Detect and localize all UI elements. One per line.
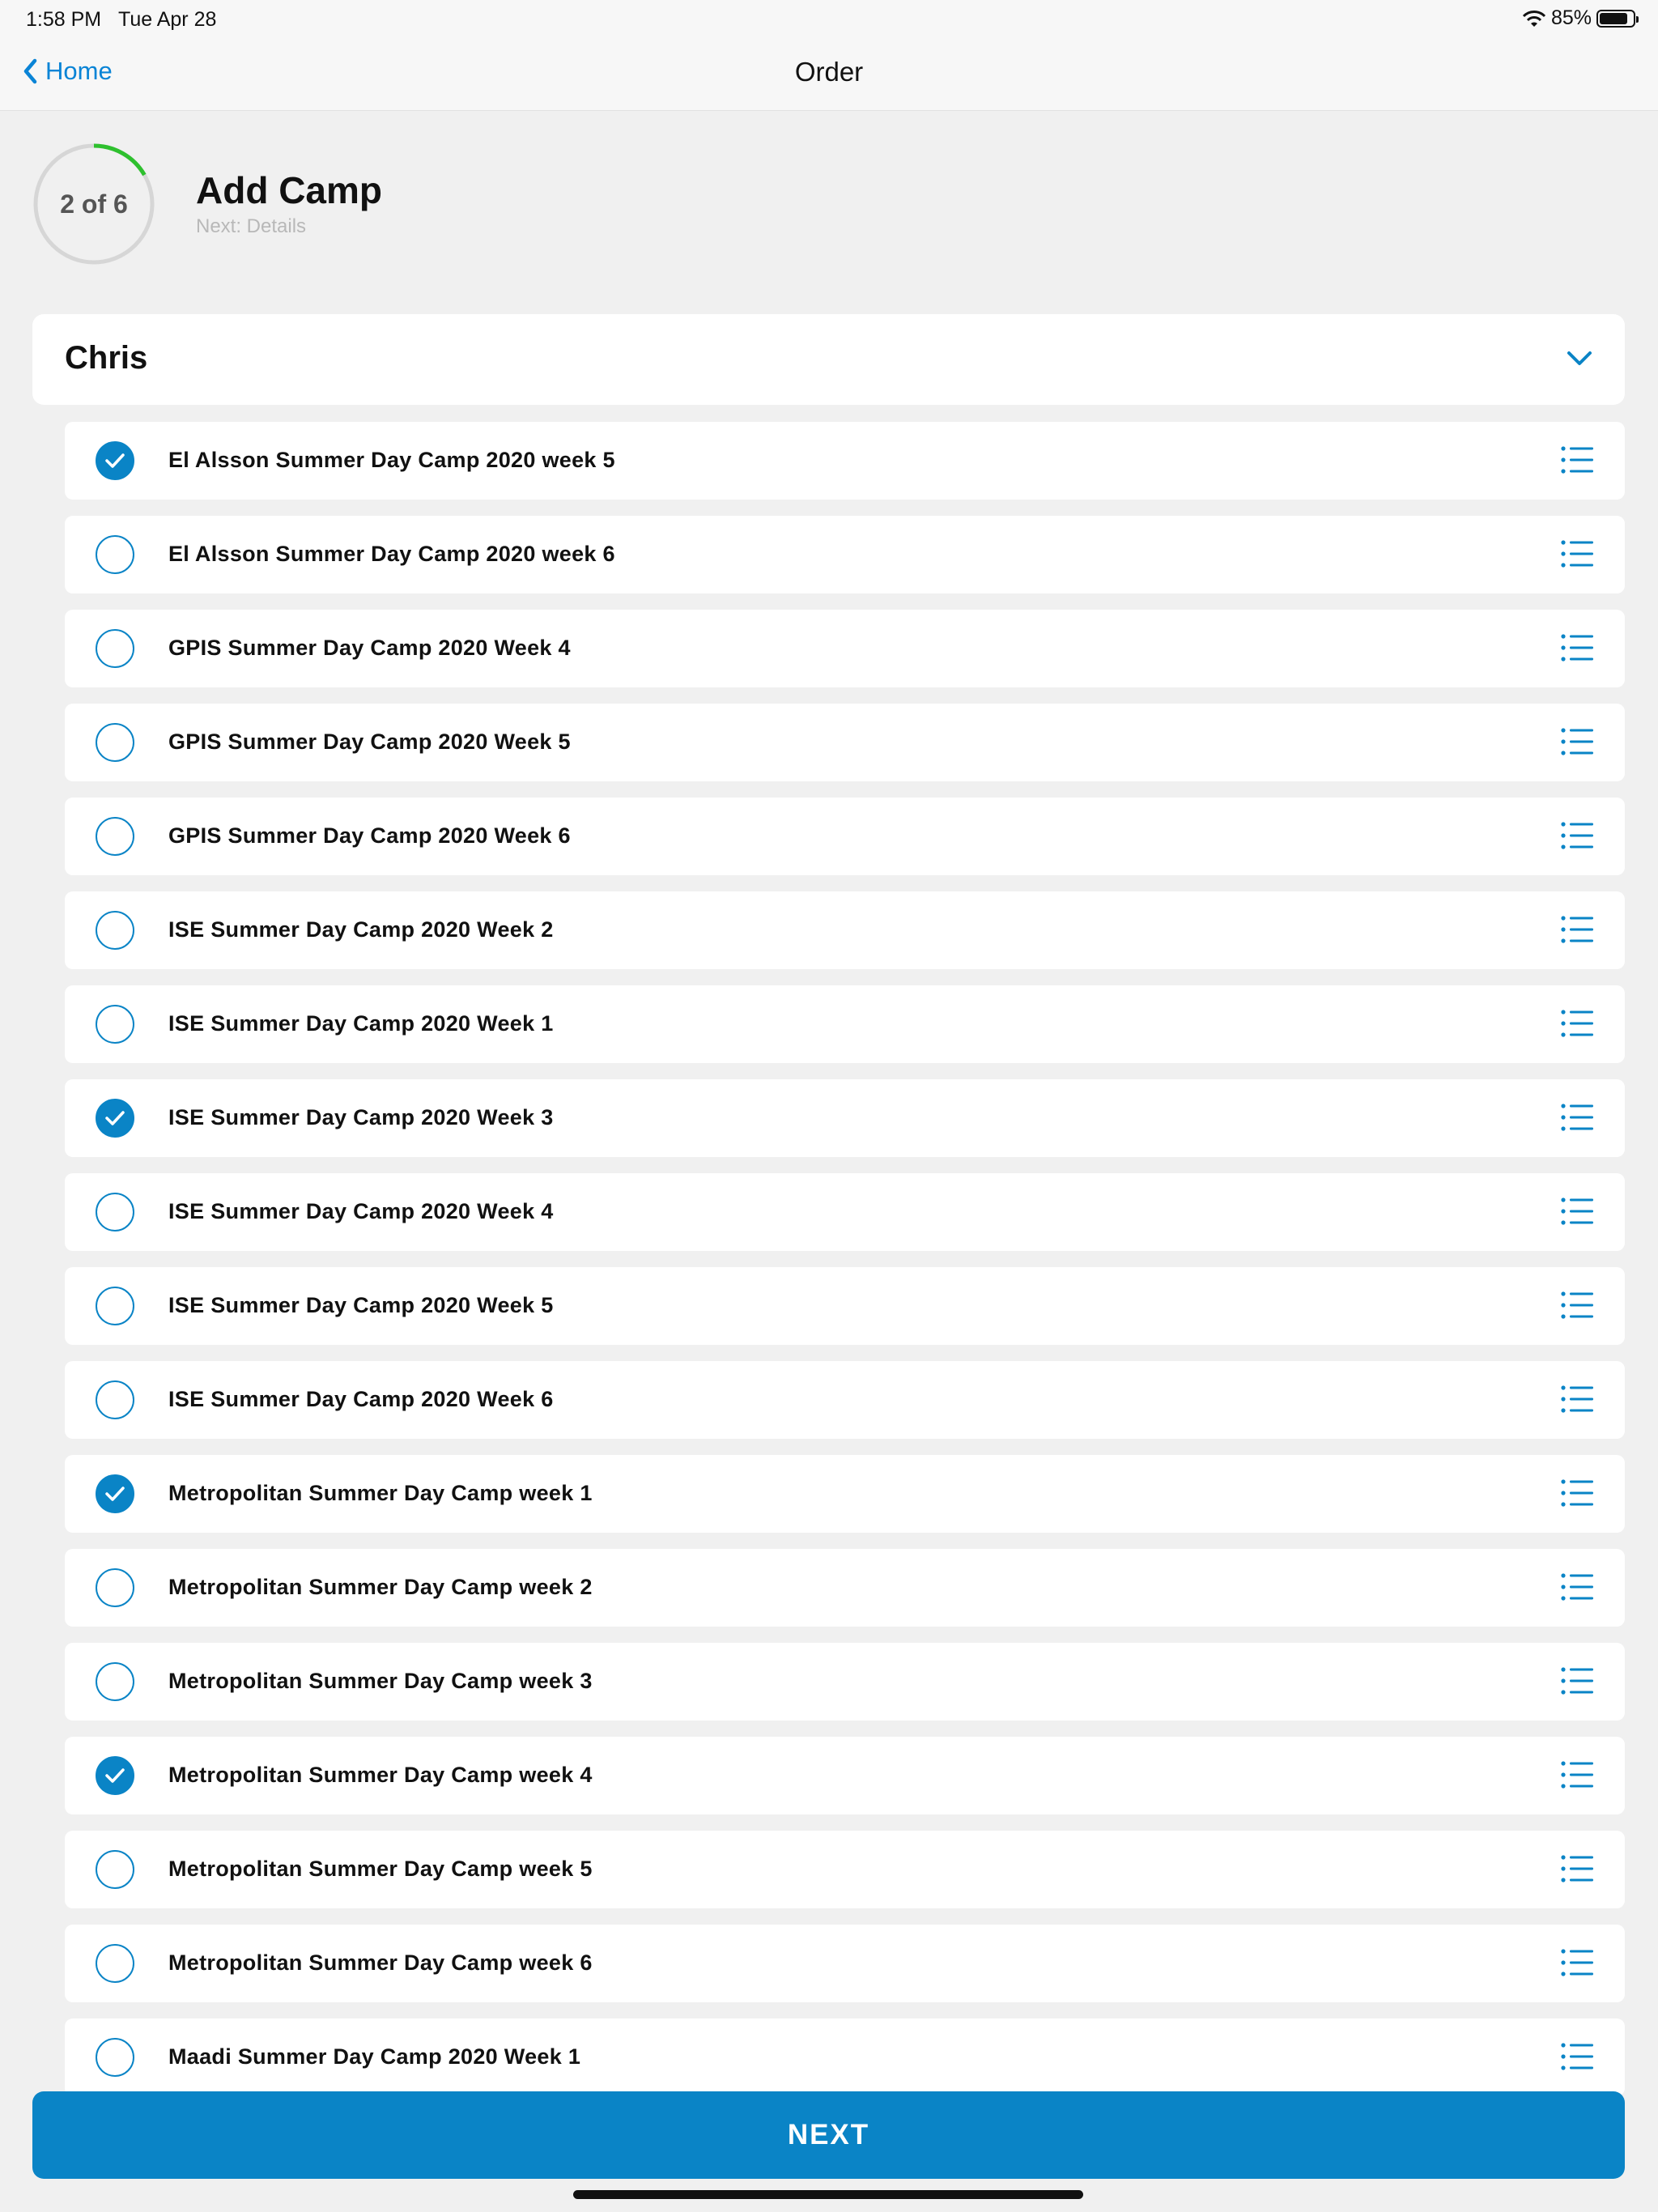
list-details-icon[interactable] [1560,1008,1594,1039]
step-progress-ring: 2 of 6 [31,141,157,267]
camp-label: El Alsson Summer Day Camp 2020 week 6 [168,542,615,566]
checkbox-unchecked[interactable] [96,1287,134,1325]
person-name: Chris [65,340,148,376]
list-details-icon[interactable] [1560,1290,1594,1321]
camp-label: Metropolitan Summer Day Camp week 4 [168,1763,593,1787]
camp-label: GPIS Summer Day Camp 2020 Week 6 [168,823,571,848]
checkbox-unchecked[interactable] [96,1944,134,1983]
person-section-header[interactable]: Chris [32,314,1625,405]
checkbox-unchecked[interactable] [96,535,134,574]
checkmark-icon [105,453,125,468]
list-details-icon[interactable] [1560,820,1594,851]
list-details-icon[interactable] [1560,445,1594,475]
camp-row[interactable]: ISE Summer Day Camp 2020 Week 5 [65,1267,1625,1345]
status-date: Tue Apr 28 [118,8,217,31]
camp-label: GPIS Summer Day Camp 2020 Week 4 [168,636,571,660]
camp-row[interactable]: ISE Summer Day Camp 2020 Week 2 [65,891,1625,969]
camp-row[interactable]: ISE Summer Day Camp 2020 Week 1 [65,985,1625,1063]
checkmark-icon [105,1487,125,1501]
camp-label: Metropolitan Summer Day Camp week 3 [168,1669,593,1693]
home-indicator [573,2190,1083,2199]
camp-label: ISE Summer Day Camp 2020 Week 6 [168,1387,554,1411]
camp-label: ISE Summer Day Camp 2020 Week 2 [168,917,554,942]
list-details-icon[interactable] [1560,1853,1594,1884]
checkbox-checked[interactable] [96,441,134,480]
status-indicators: 85% [1522,6,1639,30]
camp-row[interactable]: GPIS Summer Day Camp 2020 Week 4 [65,610,1625,687]
battery-percent: 85% [1550,6,1592,29]
camp-row[interactable]: ISE Summer Day Camp 2020 Week 6 [65,1361,1625,1439]
checkbox-unchecked[interactable] [96,1662,134,1701]
next-button[interactable]: NEXT [32,2091,1625,2179]
camp-row[interactable]: El Alsson Summer Day Camp 2020 week 5 [65,422,1625,500]
list-details-icon[interactable] [1560,1759,1594,1790]
list-details-icon[interactable] [1560,1665,1594,1696]
camp-row[interactable]: ISE Summer Day Camp 2020 Week 4 [65,1173,1625,1251]
camp-label: ISE Summer Day Camp 2020 Week 3 [168,1105,554,1129]
camp-row[interactable]: Metropolitan Summer Day Camp week 4 [65,1737,1625,1814]
checkmark-icon [105,1768,125,1783]
list-details-icon[interactable] [1560,1947,1594,1978]
checkbox-unchecked[interactable] [96,1380,134,1419]
checkbox-unchecked[interactable] [96,1005,134,1044]
camp-label: ISE Summer Day Camp 2020 Week 1 [168,1011,554,1036]
camp-label: Metropolitan Summer Day Camp week 6 [168,1950,593,1975]
camp-row[interactable]: Metropolitan Summer Day Camp week 2 [65,1549,1625,1627]
camp-row[interactable]: ISE Summer Day Camp 2020 Week 3 [65,1079,1625,1157]
camp-label: ISE Summer Day Camp 2020 Week 4 [168,1199,554,1223]
camp-label: Metropolitan Summer Day Camp week 1 [168,1481,593,1505]
camp-label: Metropolitan Summer Day Camp week 5 [168,1857,593,1881]
checkbox-unchecked[interactable] [96,2038,134,2077]
camp-row[interactable]: El Alsson Summer Day Camp 2020 week 6 [65,516,1625,593]
camp-row[interactable]: GPIS Summer Day Camp 2020 Week 6 [65,798,1625,875]
checkmark-icon [105,1111,125,1125]
checkbox-checked[interactable] [96,1474,134,1513]
camp-label: Metropolitan Summer Day Camp week 2 [168,1575,593,1599]
list-details-icon[interactable] [1560,726,1594,757]
camp-row[interactable]: Metropolitan Summer Day Camp week 6 [65,1925,1625,2002]
checkbox-checked[interactable] [96,1099,134,1138]
camp-label: ISE Summer Day Camp 2020 Week 5 [168,1293,554,1317]
list-details-icon[interactable] [1560,914,1594,945]
step-counter: 2 of 6 [60,189,128,219]
list-details-icon[interactable] [1560,1196,1594,1227]
camp-label: Maadi Summer Day Camp 2020 Week 1 [168,2044,581,2069]
list-details-icon[interactable] [1560,1102,1594,1133]
checkbox-unchecked[interactable] [96,1193,134,1231]
camp-row[interactable]: GPIS Summer Day Camp 2020 Week 5 [65,704,1625,781]
wifi-icon [1522,10,1546,27]
navigation-bar: Home Order [0,39,1658,111]
checkbox-checked[interactable] [96,1756,134,1795]
checkbox-unchecked[interactable] [96,723,134,762]
camp-label: El Alsson Summer Day Camp 2020 week 5 [168,448,615,472]
page-title: Order [794,57,864,87]
checkbox-unchecked[interactable] [96,1568,134,1607]
list-details-icon[interactable] [1560,1572,1594,1602]
battery-level [1600,12,1627,24]
camp-row[interactable]: Metropolitan Summer Day Camp week 1 [65,1455,1625,1533]
list-details-icon[interactable] [1560,538,1594,569]
checkbox-unchecked[interactable] [96,911,134,950]
battery-icon [1596,9,1639,28]
checkbox-unchecked[interactable] [96,817,134,856]
camp-row[interactable]: Maadi Summer Day Camp 2020 Week 1 [65,2018,1625,2096]
list-details-icon[interactable] [1560,2041,1594,2072]
chevron-down-icon[interactable] [1565,343,1594,372]
camp-row[interactable]: Metropolitan Summer Day Camp week 3 [65,1643,1625,1721]
status-bar: 1:58 PM Tue Apr 28 85% [0,0,1658,39]
list-details-icon[interactable] [1560,1384,1594,1414]
checkbox-unchecked[interactable] [96,1850,134,1889]
step-title: Add Camp [196,169,382,211]
status-time: 1:58 PM [26,8,102,31]
checkbox-unchecked[interactable] [96,629,134,668]
camp-row[interactable]: Metropolitan Summer Day Camp week 5 [65,1831,1625,1908]
list-details-icon[interactable] [1560,632,1594,663]
camp-label: GPIS Summer Day Camp 2020 Week 5 [168,730,571,754]
list-details-icon[interactable] [1560,1478,1594,1508]
next-step-hint: Next: Details [196,215,307,237]
